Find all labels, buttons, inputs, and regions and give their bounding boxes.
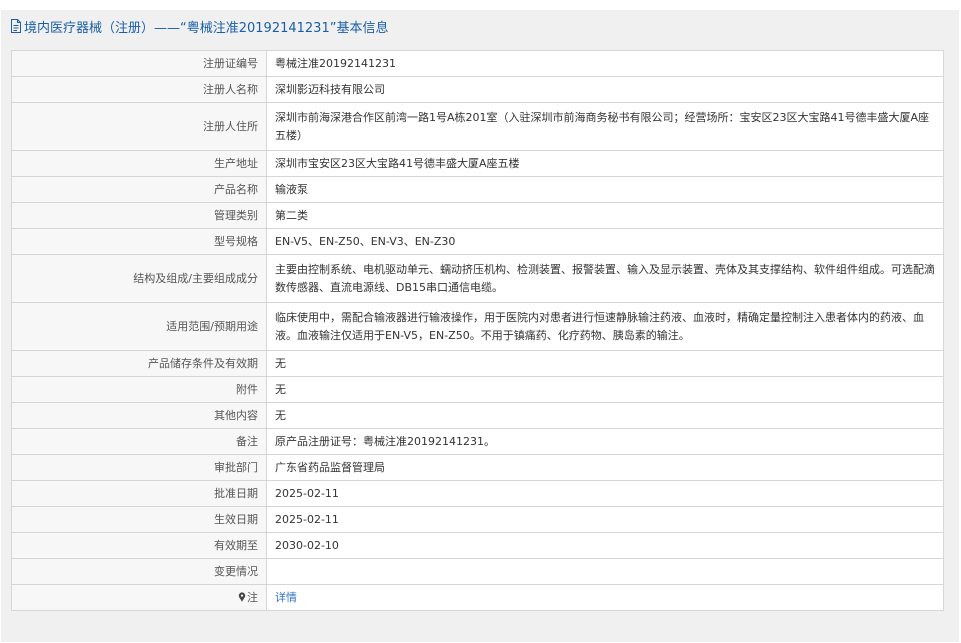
table-row: 有效期至 2030-02-10 (11, 532, 944, 559)
row-value: 主要由控制系统、电机驱动单元、蠕动挤压机构、检测装置、报警装置、输入及显示装置、… (266, 254, 944, 303)
note-label: 注 (247, 590, 258, 604)
table-row: 产品储存条件及有效期 无 (11, 350, 944, 377)
info-table: 注册证编号 粤械注准20192141231 注册人名称 深圳影迈科技有限公司 注… (11, 50, 944, 611)
row-label: 备注 (11, 428, 267, 455)
row-value (266, 558, 944, 585)
row-value: 无 (266, 376, 944, 403)
row-label: 型号规格 (11, 228, 267, 255)
row-value: 深圳市宝安区23区大宝路41号德丰盛大厦A座五楼 (266, 150, 944, 177)
row-value: 第二类 (266, 202, 944, 229)
row-value: 2025-02-11 (266, 480, 944, 507)
table-row: 注册人名称 深圳影迈科技有限公司 (11, 76, 944, 103)
table-row: 备注 原产品注册证号：粤械注准20192141231。 (11, 428, 944, 455)
row-label: 生产地址 (11, 150, 267, 177)
table-row: 注册证编号 粤械注准20192141231 (11, 50, 944, 77)
table-row: 管理类别 第二类 (11, 202, 944, 229)
row-value: 2030-02-10 (266, 532, 944, 559)
note-label-cell: 注 (11, 584, 267, 611)
row-value: 无 (266, 402, 944, 429)
row-label: 生效日期 (11, 506, 267, 533)
table-row: 结构及组成/主要组成成分 主要由控制系统、电机驱动单元、蠕动挤压机构、检测装置、… (11, 254, 944, 303)
table-row: 型号规格 EN-V5、EN-Z50、EN-V3、EN-Z30 (11, 228, 944, 255)
row-value: EN-V5、EN-Z50、EN-V3、EN-Z30 (266, 228, 944, 255)
document-icon (10, 19, 22, 33)
row-label: 产品储存条件及有效期 (11, 350, 267, 377)
row-value: 广东省药品监督管理局 (266, 454, 944, 481)
row-value: 深圳影迈科技有限公司 (266, 76, 944, 103)
table-row: 适用范围/预期用途 临床使用中，需配合输液器进行输液操作，用于医院内对患者进行恒… (11, 302, 944, 351)
table-row: 注册人住所 深圳市前海深港合作区前湾一路1号A栋201室（入驻深圳市前海商务秘书… (11, 102, 944, 151)
row-value: 2025-02-11 (266, 506, 944, 533)
row-label: 审批部门 (11, 454, 267, 481)
row-label: 结构及组成/主要组成成分 (11, 254, 267, 303)
table-row: 生产地址 深圳市宝安区23区大宝路41号德丰盛大厦A座五楼 (11, 150, 944, 177)
row-value: 原产品注册证号：粤械注准20192141231。 (266, 428, 944, 455)
page-title: 境内医疗器械（注册）——“粤械注准20192141231”基本信息 (24, 20, 389, 36)
row-value: 无 (266, 350, 944, 377)
info-panel: 境内医疗器械（注册）——“粤械注准20192141231”基本信息 注册证编号 … (1, 10, 959, 642)
table-row: 其他内容 无 (11, 402, 944, 429)
note-row: 注 详情 (11, 584, 944, 611)
row-label: 批准日期 (11, 480, 267, 507)
table-row: 变更情况 (11, 558, 944, 585)
table-row: 批准日期 2025-02-11 (11, 480, 944, 507)
row-label: 其他内容 (11, 402, 267, 429)
row-value: 深圳市前海深港合作区前湾一路1号A栋201室（入驻深圳市前海商务秘书有限公司；经… (266, 102, 944, 151)
table-row: 生效日期 2025-02-11 (11, 506, 944, 533)
row-value: 临床使用中，需配合输液器进行输液操作，用于医院内对患者进行恒速静脉输注药液、血液… (266, 302, 944, 351)
row-label: 有效期至 (11, 532, 267, 559)
row-label: 适用范围/预期用途 (11, 302, 267, 351)
details-link[interactable]: 详情 (275, 591, 297, 604)
panel-header: 境内医疗器械（注册）——“粤械注准20192141231”基本信息 (1, 10, 959, 42)
row-label: 产品名称 (11, 176, 267, 203)
pin-icon (238, 590, 246, 602)
note-value: 详情 (266, 584, 944, 611)
row-label: 注册证编号 (11, 50, 267, 77)
table-row: 审批部门 广东省药品监督管理局 (11, 454, 944, 481)
table-row: 附件 无 (11, 376, 944, 403)
row-value: 输液泵 (266, 176, 944, 203)
row-label: 注册人名称 (11, 76, 267, 103)
row-value: 粤械注准20192141231 (266, 50, 944, 77)
row-label: 管理类别 (11, 202, 267, 229)
row-label: 附件 (11, 376, 267, 403)
row-label: 变更情况 (11, 558, 267, 585)
row-label: 注册人住所 (11, 102, 267, 151)
table-row: 产品名称 输液泵 (11, 176, 944, 203)
